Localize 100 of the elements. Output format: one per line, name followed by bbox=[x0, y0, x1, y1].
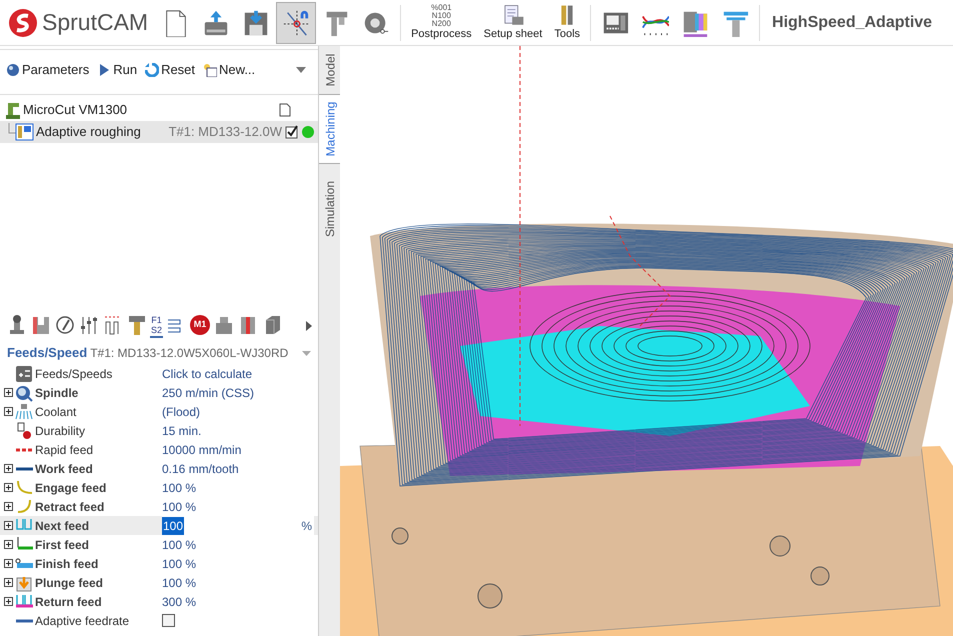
parameter-row[interactable]: First feed 100 % bbox=[0, 535, 318, 554]
expand-button[interactable] bbox=[4, 407, 13, 416]
parameter-label: Retract feed bbox=[35, 498, 104, 516]
tree-item-label: Adaptive roughing bbox=[36, 123, 142, 142]
parameter-row[interactable]: Adaptive feedrate bbox=[0, 611, 318, 630]
scroll-right-icon bbox=[306, 321, 312, 331]
parameter-value: 100 % bbox=[162, 536, 196, 554]
parameter-row[interactable]: Feeds/Speeds Click to calculate bbox=[0, 364, 318, 383]
run-icon bbox=[97, 62, 112, 76]
parameters-icon bbox=[6, 62, 20, 76]
parameter-label: Next feed bbox=[35, 518, 90, 534]
side-tab[interactable]: Simulation bbox=[319, 164, 341, 254]
engage-icon bbox=[15, 478, 33, 496]
checklist-icon bbox=[285, 125, 299, 139]
side-tab[interactable]: Machining bbox=[319, 94, 341, 164]
plus-icon bbox=[4, 578, 13, 587]
plus-icon bbox=[4, 521, 13, 530]
project-title: HighSpeed_Adaptive bbox=[771, 12, 932, 32]
app-logo-text: SprutCAM bbox=[42, 11, 148, 34]
parameter-row[interactable]: Rapid feed 10000 mm/min bbox=[0, 440, 318, 459]
parameter-row[interactable]: Work feed 0.16 mm/tooth bbox=[0, 459, 318, 478]
retract-icon bbox=[15, 498, 33, 516]
tree-item[interactable]: Adaptive roughing T#1: MD133-12.0W bbox=[0, 121, 318, 143]
tool-icon bbox=[127, 314, 147, 336]
parameter-row[interactable]: Durability 15 min. bbox=[0, 421, 318, 440]
plus-icon bbox=[4, 388, 13, 397]
parameter-row[interactable]: Return feed 300 % bbox=[0, 592, 318, 611]
setup-sheet-button[interactable]: Setup sheet bbox=[478, 2, 548, 44]
parameter-label: Plunge feed bbox=[35, 574, 104, 592]
parameter-value: Click to calculate bbox=[162, 366, 252, 382]
plus-icon bbox=[4, 540, 13, 549]
plus-icon bbox=[4, 502, 13, 511]
work-line-icon bbox=[15, 466, 33, 470]
snap-tool-button[interactable] bbox=[276, 2, 316, 44]
parameter-row[interactable]: Retract feed 100 % bbox=[0, 497, 318, 516]
postprocess-button[interactable]: %001 N100 N200 Postprocess bbox=[405, 2, 478, 44]
checkbox[interactable] bbox=[162, 614, 175, 627]
expand-button[interactable] bbox=[4, 559, 13, 568]
tree-item-label: MicroCut VM1300 bbox=[23, 101, 128, 120]
plus-icon bbox=[4, 559, 13, 568]
parameter-label: Engage feed bbox=[35, 480, 106, 496]
feeds-tab[interactable]: F1 S2 bbox=[150, 314, 164, 338]
expand-button[interactable] bbox=[4, 502, 13, 511]
parameter-value: 10000 mm/min bbox=[162, 442, 242, 458]
coolant-icon bbox=[15, 402, 33, 420]
parameter-label: Rapid feed bbox=[35, 442, 94, 458]
plus-icon bbox=[4, 483, 13, 492]
parameter-value: 100 % bbox=[162, 480, 196, 496]
parameter-label: Adaptive feedrate bbox=[35, 612, 130, 630]
rapid-line-icon bbox=[15, 448, 33, 452]
parameter-label: First feed bbox=[35, 536, 90, 554]
parameter-row[interactable]: Next feed 100 % bbox=[0, 516, 318, 535]
sliders-icon bbox=[79, 314, 99, 336]
tab-text: F1 bbox=[151, 315, 162, 325]
tree-item[interactable]: MicroCut VM1300 bbox=[0, 99, 318, 121]
tool-name: T#1: MD133-12.0W5X060L-WJ30RD bbox=[90, 345, 288, 362]
expand-button[interactable] bbox=[4, 578, 13, 587]
machine-icon bbox=[7, 314, 27, 336]
workpiece-icon bbox=[31, 314, 51, 336]
run-button[interactable]: Run bbox=[97, 60, 138, 80]
parameter-value: 100 % bbox=[162, 574, 196, 592]
parameter-label: Coolant bbox=[35, 404, 76, 420]
durability-icon bbox=[15, 422, 33, 440]
expand-button[interactable] bbox=[4, 597, 13, 606]
parameter-label: Spindle bbox=[35, 384, 78, 402]
parameter-value: 100 % bbox=[162, 556, 196, 572]
parameter-row[interactable]: Plunge feed 100 % bbox=[0, 573, 318, 592]
expand-button[interactable] bbox=[4, 388, 13, 397]
checkbox-line-icon bbox=[15, 618, 33, 622]
tool-label: T#1: MD133-12.0W bbox=[168, 123, 282, 142]
parameter-label: Work feed bbox=[35, 460, 93, 478]
plus-icon bbox=[4, 597, 13, 606]
tools-button[interactable]: Tools bbox=[548, 2, 586, 44]
expand-button[interactable] bbox=[4, 483, 13, 492]
new-button[interactable]: New... bbox=[203, 60, 256, 80]
parameter-row[interactable]: Engage feed 100 % bbox=[0, 478, 318, 497]
side-tab[interactable]: Model bbox=[319, 46, 341, 94]
tool-tab[interactable] bbox=[126, 314, 148, 338]
parameter-row[interactable]: Finish feed 100 % bbox=[0, 554, 318, 573]
reset-button[interactable]: Reset bbox=[145, 60, 196, 80]
parameter-value: 0.16 mm/tooth bbox=[162, 460, 239, 478]
parameter-row[interactable]: Coolant (Flood) bbox=[0, 402, 318, 421]
plus-icon bbox=[4, 464, 13, 473]
parameter-value: 100 % bbox=[162, 498, 196, 516]
value-input-field[interactable]: 100 % bbox=[162, 516, 314, 535]
parameter-label: Finish feed bbox=[35, 556, 98, 572]
code-line: N100 bbox=[432, 12, 451, 20]
plus-icon bbox=[4, 407, 13, 416]
parameter-value: 250 m/min (CSS) bbox=[162, 384, 254, 402]
parameters-button[interactable]: Parameters bbox=[6, 60, 90, 80]
expand-button[interactable] bbox=[4, 464, 13, 473]
expand-button[interactable] bbox=[4, 521, 13, 530]
operation-icon bbox=[8, 123, 34, 141]
code-line: %001 bbox=[431, 4, 452, 12]
unit-label: % bbox=[301, 518, 313, 534]
expand-button[interactable] bbox=[4, 540, 13, 549]
parameter-row[interactable]: Spindle 250 m/min (CSS) bbox=[0, 383, 318, 402]
tab-text: S2 bbox=[151, 325, 162, 335]
caret-icon bbox=[296, 66, 306, 72]
parameter-value: 300 % bbox=[162, 594, 196, 610]
